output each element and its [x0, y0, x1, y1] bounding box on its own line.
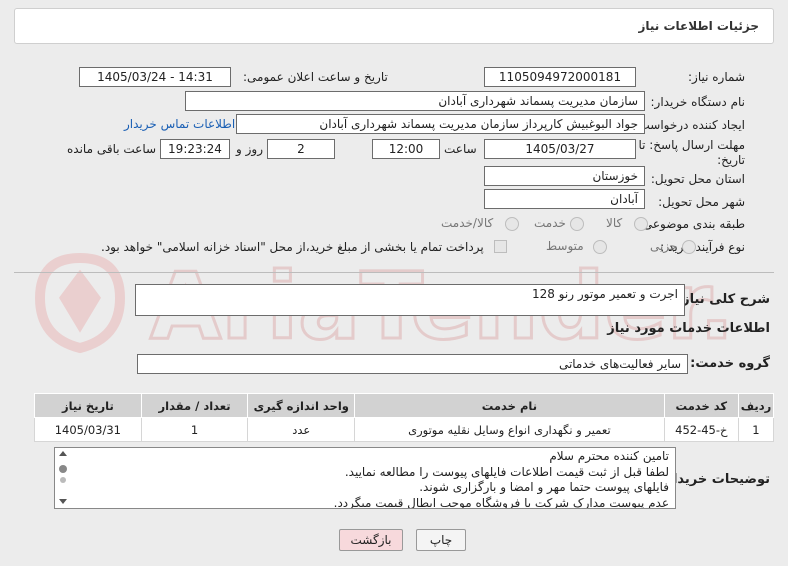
header-panel: جزئیات اطلاعات نیاز	[14, 8, 774, 44]
cell-qty: 1	[140, 417, 249, 442]
col-header-code: کد خدمت	[663, 393, 739, 418]
province-field: خوزستان	[484, 166, 645, 186]
remaining-time-field: 19:23:24	[160, 139, 230, 159]
col-header-qty: تعداد / مقدار	[140, 393, 249, 418]
need-number-label: شماره نیاز:	[688, 70, 745, 84]
description-label: شرح کلی نیاز:	[676, 292, 770, 307]
deadline-label: مهلت ارسال پاسخ: تا	[638, 138, 745, 152]
deadline-time-field: 12:00	[372, 139, 440, 159]
city-field: آبادان	[484, 189, 645, 209]
notes-scrollbar[interactable]	[56, 449, 70, 507]
buyer-org-field: سازمان مدیریت پسماند شهرداری آبادان	[185, 91, 645, 111]
announce-field: 1405/03/24 - 14:31	[79, 67, 231, 87]
process-partial-radio[interactable]	[682, 240, 696, 254]
process-medium-label: متوسط	[546, 239, 584, 253]
services-section-title: اطلاعات خدمات مورد نیاز	[607, 321, 770, 336]
service-group-field: سایر فعالیت‌های خدماتی	[137, 354, 688, 374]
section-divider	[14, 272, 774, 273]
city-label: شهر محل تحویل:	[658, 195, 745, 209]
notes-line: عدم پیوست مدارک شرکت یا فروشگاه موجب ابط…	[333, 495, 669, 509]
category-goods-service-radio[interactable]	[505, 217, 519, 231]
category-service-radio[interactable]	[570, 217, 584, 231]
contact-info-link[interactable]: اطلاعات تماس خریدار	[124, 117, 235, 131]
cell-name: تعمیر و نگهداری انواع وسایل نقلیه موتوری	[354, 417, 665, 442]
treasury-checkbox[interactable]	[494, 240, 507, 253]
services-table: ردیف کد خدمت نام خدمت واحد اندازه گیری ت…	[34, 393, 775, 442]
creator-field: جواد البوغبیش کارپرداز سازمان مدیریت پسم…	[236, 114, 645, 134]
time-label: ساعت	[444, 142, 477, 156]
creator-label: ایجاد کننده درخواست:	[634, 118, 745, 132]
province-label: استان محل تحویل:	[650, 172, 745, 186]
deadline-label-date: تاریخ:	[717, 153, 745, 167]
scroll-thumb	[59, 465, 67, 473]
col-header-name: نام خدمت	[354, 393, 665, 418]
service-group-label: گروه خدمت:	[690, 356, 770, 371]
treasury-note: پرداخت تمام یا بخشی از مبلغ خرید،از محل …	[101, 240, 484, 254]
buyer-org-label: نام دستگاه خریدار:	[650, 95, 746, 109]
notes-line: فایلهای پیوست حتما مهر و امضا و بارگزاری…	[419, 480, 669, 494]
days-field: 2	[267, 139, 335, 159]
process-medium-radio[interactable]	[593, 240, 607, 254]
cell-unit: عدد	[247, 417, 356, 442]
category-label: طبقه بندی موضوعی:	[638, 217, 745, 231]
need-number-field: 1105094972000181	[484, 67, 636, 87]
page-title: جزئیات اطلاعات نیاز	[638, 19, 759, 33]
buyer-notes-textarea[interactable]: تامین کننده محترم سلام لطفا قبل از ثبت ق…	[54, 447, 676, 509]
col-header-date: تاریخ نیاز	[34, 393, 142, 418]
cell-date: 1405/03/31	[34, 417, 142, 442]
notes-line: لطفا قبل از ثبت قیمت اطلاعات فایلهای پیو…	[344, 464, 669, 479]
table-header-row: ردیف کد خدمت نام خدمت واحد اندازه گیری ت…	[34, 393, 775, 418]
category-goods-label: کالا	[606, 216, 623, 230]
table-row: 1 خ-45-452 تعمیر و نگهداری انواع وسایل ن…	[34, 417, 775, 442]
remaining-label: ساعت باقی مانده	[67, 142, 157, 156]
cell-code: خ-45-452	[663, 417, 739, 442]
scroll-down-icon	[59, 499, 67, 504]
category-goods-radio[interactable]	[634, 217, 648, 231]
cell-row: 1	[737, 417, 775, 442]
scroll-up-icon	[59, 451, 67, 456]
description-field: اجرت و تعمیر موتور رنو 128	[135, 284, 685, 316]
announce-label: تاریخ و ساعت اعلان عمومی:	[243, 70, 388, 84]
back-button[interactable]: بازگشت	[339, 529, 403, 551]
deadline-date-field: 1405/03/27	[484, 139, 636, 159]
col-header-unit: واحد اندازه گیری	[247, 393, 356, 418]
notes-line: تامین کننده محترم سلام	[549, 449, 669, 463]
category-service-label: خدمت	[534, 216, 566, 230]
col-header-row: ردیف	[737, 393, 775, 418]
days-label: روز و	[236, 142, 263, 156]
category-goods-service-label: کالا/خدمت	[441, 216, 494, 230]
process-partial-label: جزیی	[650, 239, 678, 253]
print-button[interactable]: چاپ	[416, 529, 466, 551]
buyer-notes-label: توضیحات خریدار:	[660, 472, 770, 487]
